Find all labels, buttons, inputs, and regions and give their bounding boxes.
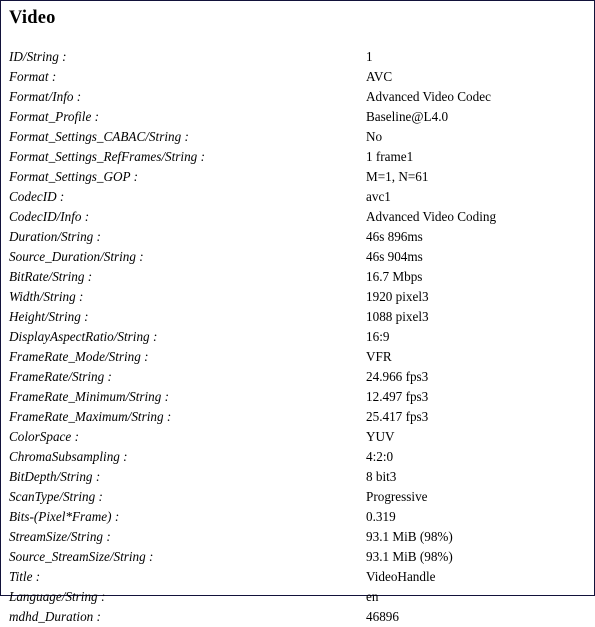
- property-row: mdhd_Duration : 46896: [7, 607, 584, 627]
- property-row: ID/String : 1: [7, 47, 584, 67]
- property-label: Format/Info :: [9, 89, 82, 104]
- property-label: BitRate/String :: [9, 269, 93, 284]
- property-label: FrameRate_Minimum/String :: [9, 389, 170, 404]
- property-label: Format :: [9, 69, 57, 84]
- property-row: StreamSize/String : 93.1 MiB (98%): [7, 527, 584, 547]
- property-row: FrameRate_Mode/String : VFR: [7, 347, 584, 367]
- property-value: Advanced Video Codec: [366, 89, 491, 104]
- property-value: 46s 904ms: [366, 249, 423, 264]
- property-row: BitRate/String : 16.7 Mbps: [7, 267, 584, 287]
- property-value: M=1, N=61: [366, 169, 429, 184]
- property-value: 0.319: [366, 509, 396, 524]
- property-value: 1088 pixel3: [366, 309, 429, 324]
- property-row: DisplayAspectRatio/String : 16:9: [7, 327, 584, 347]
- property-value: 1920 pixel3: [366, 289, 429, 304]
- property-row: ChromaSubsampling : 4:2:0: [7, 447, 584, 467]
- property-label: ColorSpace :: [9, 429, 79, 444]
- property-row: Source_StreamSize/String : 93.1 MiB (98%): [7, 547, 584, 567]
- property-value: 8 bit3: [366, 469, 397, 484]
- property-value: 46896: [366, 609, 399, 624]
- property-value: 93.1 MiB (98%): [366, 529, 453, 544]
- property-label: CodecID/Info :: [9, 209, 90, 224]
- property-label: mdhd_Duration :: [9, 609, 101, 624]
- property-row: Language/String : en: [7, 587, 584, 607]
- property-value: 25.417 fps3: [366, 409, 429, 424]
- property-row: Bits-(Pixel*Frame) : 0.319: [7, 507, 584, 527]
- media-info-page: Video ID/String : 1 Format : AVC Format/Info…: [0, 0, 595, 624]
- property-label: Format_Settings_CABAC/String :: [9, 129, 189, 144]
- property-label: Source_StreamSize/String :: [9, 549, 154, 564]
- page-title: Video: [9, 8, 56, 28]
- title-spacer: [7, 29, 584, 47]
- property-label: Bits-(Pixel*Frame) :: [9, 509, 120, 524]
- property-label: Source_Duration/String :: [9, 249, 144, 264]
- property-label: Title :: [9, 569, 41, 584]
- property-row: Format_Settings_CABAC/String : No: [7, 127, 584, 147]
- property-row: Source_Duration/String : 46s 904ms: [7, 247, 584, 267]
- property-value: YUV: [366, 429, 395, 444]
- property-row: Height/String : 1088 pixel3: [7, 307, 584, 327]
- property-row: CodecID/Info : Advanced Video Coding: [7, 207, 584, 227]
- property-value: VideoHandle: [366, 569, 436, 584]
- property-label: StreamSize/String :: [9, 529, 111, 544]
- property-value: Progressive: [366, 489, 428, 504]
- property-row: CodecID : avc1: [7, 187, 584, 207]
- property-value: 4:2:0: [366, 449, 394, 464]
- property-value: 12.497 fps3: [366, 389, 429, 404]
- property-row: FrameRate_Maximum/String : 25.417 fps3: [7, 407, 584, 427]
- property-row: ColorSpace : YUV: [7, 427, 584, 447]
- property-value: 93.1 MiB (98%): [366, 549, 453, 564]
- video-properties-table: ID/String : 1 Format : AVC Format/Info : Adva…: [7, 47, 584, 627]
- property-row: Format_Settings_RefFrames/String : 1 fram…: [7, 147, 584, 167]
- property-row: ScanType/String : Progressive: [7, 487, 584, 507]
- property-label: ChromaSubsampling :: [9, 449, 128, 464]
- property-label: Height/String :: [9, 309, 89, 324]
- property-value: 1 frame1: [366, 149, 414, 164]
- property-label: ScanType/String :: [9, 489, 103, 504]
- property-value: No: [366, 129, 383, 144]
- property-value: 46s 896ms: [366, 229, 423, 244]
- property-label: Width/String :: [9, 289, 84, 304]
- property-label: ID/String :: [9, 49, 67, 64]
- property-row: FrameRate_Minimum/String : 12.497 fps3: [7, 387, 584, 407]
- property-value: en: [366, 589, 379, 604]
- property-value: 16.7 Mbps: [366, 269, 423, 284]
- property-label: Language/String :: [9, 589, 106, 604]
- property-value: avc1: [366, 189, 391, 204]
- property-value: 24.966 fps3: [366, 369, 429, 384]
- video-properties-body: ID/String : 1 Format : AVC Format/Info : Adva…: [7, 47, 584, 627]
- property-value: Baseline@L4.0: [366, 109, 449, 124]
- property-label: FrameRate_Maximum/String :: [9, 409, 172, 424]
- property-value: Advanced Video Coding: [366, 209, 497, 224]
- property-label: Duration/String :: [9, 229, 101, 244]
- property-label: Format_Settings_GOP :: [9, 169, 139, 184]
- property-label: BitDepth/String :: [9, 469, 101, 484]
- property-value: 16:9: [366, 329, 390, 344]
- property-value: AVC: [366, 69, 393, 84]
- property-row: BitDepth/String : 8 bit3: [7, 467, 584, 487]
- property-row: Format_Profile : Baseline@L4.0: [7, 107, 584, 127]
- property-row: FrameRate/String : 24.966 fps3: [7, 367, 584, 387]
- property-row: Format : AVC: [7, 67, 584, 87]
- property-row: Duration/String : 46s 896ms: [7, 227, 584, 247]
- property-label: Format_Profile :: [9, 109, 99, 124]
- property-row: Title : VideoHandle: [7, 567, 584, 587]
- property-row: Format/Info : Advanced Video Codec: [7, 87, 584, 107]
- property-row: Format_Settings_GOP : M=1, N=61: [7, 167, 584, 187]
- property-label: FrameRate_Mode/String :: [9, 349, 149, 364]
- property-value: VFR: [366, 349, 392, 364]
- property-label: Format_Settings_RefFrames/String :: [9, 149, 205, 164]
- property-value: 1: [366, 49, 373, 64]
- property-label: DisplayAspectRatio/String :: [9, 329, 158, 344]
- property-label: FrameRate/String :: [9, 369, 112, 384]
- property-row: Width/String : 1920 pixel3: [7, 287, 584, 307]
- property-label: CodecID :: [9, 189, 65, 204]
